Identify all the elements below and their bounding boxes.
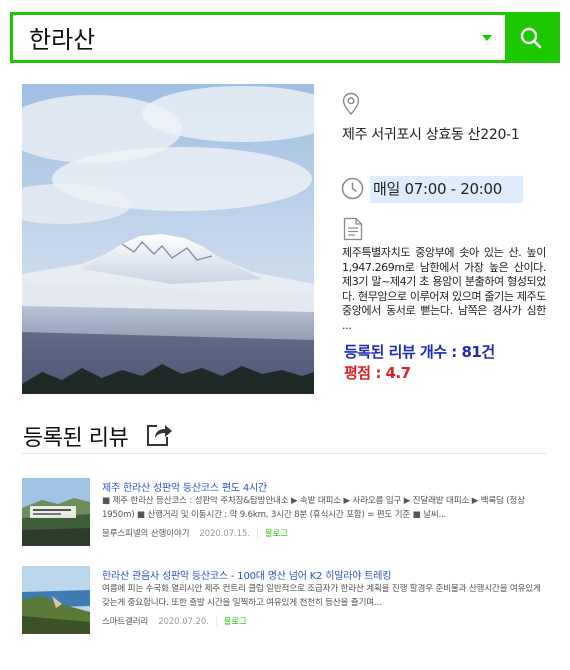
search-button[interactable] [505, 15, 557, 60]
review-author[interactable]: 블루스피넬의 산행이야기 [102, 528, 189, 538]
review-thumbnail[interactable] [22, 566, 90, 634]
meta-separator: | [256, 528, 259, 538]
section-divider [22, 453, 546, 454]
search-bar [10, 12, 560, 63]
review-count: 등록된 리뷰 개수 : 81건 [344, 343, 495, 361]
clock-icon [341, 177, 364, 200]
document-icon [343, 217, 363, 241]
dropdown-toggle[interactable] [469, 15, 505, 60]
review-date: 2020.07.20. [158, 616, 209, 626]
meta-separator: | [214, 616, 218, 626]
share-icon[interactable] [146, 421, 174, 447]
review-item[interactable]: 한라산 관음사 성판악 등산코스 - 100대 명산 넘어 K2 히말라야 트레… [22, 566, 552, 636]
caret-down-icon [482, 34, 492, 41]
review-source-type: 블로그 [223, 616, 247, 626]
location-pin-icon [342, 92, 360, 116]
rating: 평점 : 4.7 [344, 364, 411, 382]
review-snippet: 여름에 피는 수국화 열리시안 제주 컨트리 클럽 일반적으로 조급자가 한라산… [102, 584, 541, 608]
business-hours: 매일 07:00 - 20:00 [370, 176, 523, 203]
place-address: 제주 서귀포시 상효동 산220-1 [342, 127, 520, 143]
review-thumbnail[interactable] [22, 478, 90, 546]
search-icon [520, 27, 542, 48]
review-author[interactable]: 스마트갤러리 [102, 616, 148, 626]
review-source-type: 블로그 [264, 528, 288, 538]
review-title[interactable]: 제주 한라산 성판악 등산코스 편도 4시간 [102, 479, 267, 494]
review-meta: 블루스피넬의 산행이야기 2020.07.15. | 블로그 [102, 527, 288, 539]
review-snippet: ■ 제주 한라산 등산코스 : 성판악 주차장&탐방안내소 ▶ 속밭 대피소 ▶… [102, 496, 525, 520]
place-description: 제주특별자치도 중앙부에 솟아 있는 산. 높이 1,947.269m로 남한에… [342, 246, 546, 332]
search-input[interactable] [13, 15, 469, 60]
review-title[interactable]: 한라산 관음사 성판악 등산코스 - 100대 명산 넘어 K2 히말라야 트레… [102, 567, 391, 582]
review-item[interactable]: 제주 한라산 성판악 등산코스 편도 4시간 ■ 제주 한라산 등산코스 : 성… [22, 478, 552, 548]
place-photo[interactable] [22, 84, 314, 394]
review-meta: 스마트갤러리 2020.07.20. | 블로그 [102, 615, 247, 627]
review-date: 2020.07.15. [199, 528, 251, 538]
reviews-section-title: 등록된 리뷰 [23, 426, 129, 451]
